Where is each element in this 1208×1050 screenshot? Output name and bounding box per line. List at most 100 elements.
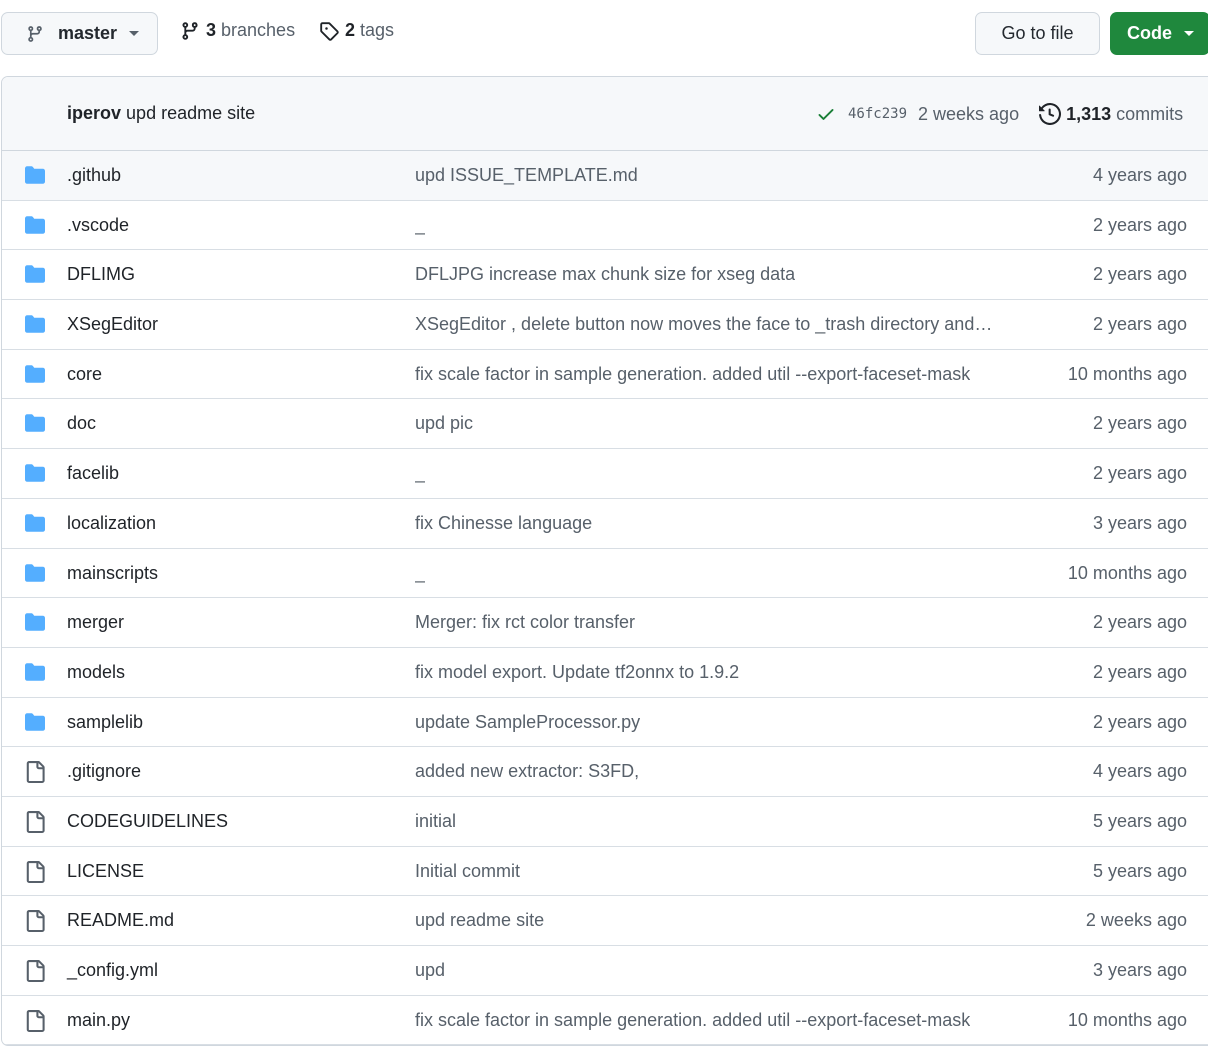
file-row-merger[interactable]: merger Merger: fix rct color transfer 2 … bbox=[2, 598, 1208, 648]
file-commit-time: 2 years ago bbox=[1092, 264, 1187, 285]
file-name[interactable]: XSegEditor bbox=[67, 314, 158, 335]
file-commit-time: 4 years ago bbox=[1092, 165, 1187, 185]
file-row-license[interactable]: LICENSE Initial commit 5 years ago bbox=[2, 847, 1208, 897]
folder-icon bbox=[24, 215, 46, 235]
code-button-label: Code bbox=[1127, 23, 1172, 43]
file-name[interactable]: _config.yml bbox=[67, 960, 158, 981]
file-commit-message[interactable]: initial bbox=[415, 811, 456, 832]
file-commit-message[interactable]: upd pic bbox=[415, 413, 473, 434]
file-icon bbox=[24, 810, 46, 833]
tags-link[interactable]: 2 tags bbox=[319, 20, 394, 41]
file-name[interactable]: .gitignore bbox=[67, 761, 141, 782]
file-name[interactable]: main.py bbox=[67, 1010, 130, 1031]
commits-link[interactable]: 1,313 commits bbox=[1039, 103, 1183, 125]
file-commit-time: 2 years ago bbox=[1092, 214, 1187, 235]
file-row-vscode[interactable]: .vscode _ 2 years ago bbox=[2, 201, 1208, 251]
file-row-github[interactable]: .github upd ISSUE_TEMPLATE.md 4 years ag… bbox=[2, 151, 1208, 201]
file-name[interactable]: samplelib bbox=[67, 712, 143, 733]
commits-count: 1,313 bbox=[1066, 103, 1112, 124]
file-row-config-yml[interactable]: _config.yml upd 3 years ago bbox=[2, 946, 1208, 996]
file-row-mainscripts[interactable]: mainscripts _ 10 months ago bbox=[2, 549, 1208, 599]
file-commit-message[interactable]: update SampleProcessor.py bbox=[415, 712, 640, 733]
file-row-xsegeditor[interactable]: XSegEditor XSegEditor , delete button no… bbox=[2, 300, 1208, 350]
file-name[interactable]: mainscripts bbox=[67, 563, 158, 584]
file-row-dflimg[interactable]: DFLIMG DFLJPG increase max chunk size fo… bbox=[2, 250, 1208, 301]
file-row-localization[interactable]: localization fix Chinesse language 3 yea… bbox=[2, 499, 1208, 549]
folder-icon bbox=[24, 463, 46, 483]
file-name[interactable]: .vscode bbox=[67, 215, 129, 236]
file-commit-time: 10 months ago bbox=[1067, 363, 1187, 384]
file-commit-message[interactable]: added new extractor: S3FD, bbox=[415, 761, 639, 782]
tags-label: tags bbox=[360, 20, 395, 40]
folder-icon bbox=[24, 165, 46, 185]
file-row-facelib[interactable]: facelib _ 2 years ago bbox=[2, 449, 1208, 499]
tag-icon bbox=[320, 21, 339, 41]
file-commit-time: 10 months ago bbox=[1067, 1009, 1187, 1030]
file-commit-message[interactable]: fix Chinesse language bbox=[415, 513, 592, 534]
folder-icon bbox=[24, 314, 46, 334]
commit-time: 2 weeks ago bbox=[918, 103, 1020, 124]
folder-icon bbox=[24, 264, 46, 284]
file-commit-time: 2 weeks ago bbox=[1085, 910, 1187, 931]
file-commit-message[interactable]: fix model export. Update tf2onnx to 1.9.… bbox=[415, 662, 739, 683]
file-row-samplelib[interactable]: samplelib update SampleProcessor.py 2 ye… bbox=[2, 698, 1208, 748]
folder-icon bbox=[24, 513, 46, 533]
latest-commit-bar: iperov upd readme site 46fc239 2 weeks a… bbox=[2, 77, 1208, 151]
file-name[interactable]: localization bbox=[67, 513, 156, 534]
file-commit-message[interactable]: XSegEditor , delete button now moves the… bbox=[415, 314, 992, 335]
file-row-gitignore[interactable]: .gitignore added new extractor: S3FD, 4 … bbox=[2, 747, 1208, 797]
chevron-down-icon bbox=[129, 31, 140, 36]
file-name[interactable]: CODEGUIDELINES bbox=[67, 811, 228, 832]
file-icon bbox=[24, 960, 46, 982]
file-name[interactable]: README.md bbox=[67, 910, 174, 931]
file-row-core[interactable]: core fix scale factor in sample generati… bbox=[2, 350, 1208, 400]
git-branch-icon bbox=[182, 21, 198, 40]
repo-toolbar: master 3 branches 2 tags Go to file Code bbox=[0, 0, 1208, 76]
file-name[interactable]: facelib bbox=[67, 463, 119, 484]
file-row-codeguidelines[interactable]: CODEGUIDELINES initial 5 years ago bbox=[2, 797, 1208, 847]
commit-message[interactable]: upd readme site bbox=[126, 103, 255, 123]
file-name[interactable]: LICENSE bbox=[67, 861, 144, 882]
file-commit-message[interactable]: fix scale factor in sample generation. a… bbox=[415, 364, 970, 385]
folder-icon bbox=[24, 612, 46, 632]
file-commit-message[interactable]: upd readme site bbox=[415, 910, 544, 931]
file-name[interactable]: core bbox=[67, 364, 102, 385]
latest-commit-summary: iperov upd readme site bbox=[67, 103, 255, 124]
file-name[interactable]: doc bbox=[67, 413, 96, 434]
file-commit-message[interactable]: DFLJPG increase max chunk size for xseg … bbox=[415, 264, 795, 285]
branches-link[interactable]: 3 branches bbox=[180, 20, 295, 41]
branch-name: master bbox=[58, 23, 118, 43]
go-to-file-button[interactable]: Go to file bbox=[975, 12, 1100, 55]
file-commit-time: 3 years ago bbox=[1092, 512, 1187, 533]
file-commit-time: 2 years ago bbox=[1092, 711, 1187, 732]
file-commit-message[interactable]: fix scale factor in sample generation. a… bbox=[415, 1010, 970, 1031]
file-name[interactable]: .github bbox=[67, 165, 121, 186]
file-commit-message[interactable]: _ bbox=[415, 563, 425, 584]
commit-sha[interactable]: 46fc239 bbox=[848, 106, 907, 122]
file-name[interactable]: merger bbox=[67, 612, 124, 633]
file-commit-message[interactable]: Merger: fix rct color transfer bbox=[415, 612, 635, 633]
commit-author[interactable]: iperov bbox=[67, 103, 121, 123]
branch-selector-button[interactable]: master bbox=[1, 12, 158, 55]
file-commit-time: 2 years ago bbox=[1092, 463, 1187, 484]
file-icon bbox=[24, 761, 46, 784]
file-commit-time: 10 months ago bbox=[1067, 562, 1187, 583]
file-row-readme-md[interactable]: README.md upd readme site 2 weeks ago bbox=[2, 896, 1208, 946]
file-row-main-py[interactable]: main.py fix scale factor in sample gener… bbox=[2, 996, 1208, 1046]
file-commit-time: 4 years ago bbox=[1092, 761, 1187, 782]
commits-label: commits bbox=[1116, 103, 1184, 124]
file-commit-message[interactable]: upd bbox=[415, 960, 445, 981]
file-commit-message[interactable]: _ bbox=[415, 463, 425, 484]
file-name[interactable]: DFLIMG bbox=[67, 264, 135, 285]
file-commit-message[interactable]: upd ISSUE_TEMPLATE.md bbox=[415, 165, 638, 186]
file-icon bbox=[24, 1009, 46, 1032]
file-commit-message[interactable]: Initial commit bbox=[415, 861, 520, 882]
file-commit-message[interactable]: _ bbox=[415, 215, 425, 236]
file-icon bbox=[24, 910, 46, 933]
file-row-doc[interactable]: doc upd pic 2 years ago bbox=[2, 399, 1208, 450]
file-name[interactable]: models bbox=[67, 662, 125, 683]
code-button[interactable]: Code bbox=[1110, 12, 1208, 55]
file-row-models[interactable]: models fix model export. Update tf2onnx … bbox=[2, 648, 1208, 698]
check-icon[interactable] bbox=[816, 104, 836, 124]
file-commit-time: 5 years ago bbox=[1092, 860, 1187, 881]
